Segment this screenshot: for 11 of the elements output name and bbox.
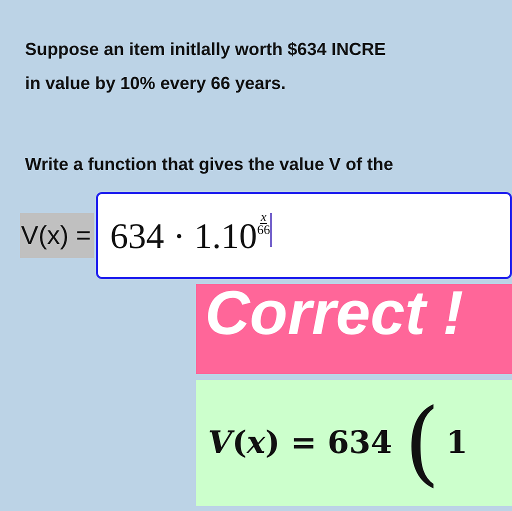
function-label: V(x) = — [20, 213, 94, 258]
problem-text: in value by 10% every 66 years. — [25, 72, 287, 95]
solution-term: 1 — [446, 425, 468, 461]
instruction-text: Write a function that gives the value V of the — [25, 153, 394, 176]
solution-formula: V(x) = 634 — [208, 425, 392, 461]
feedback-banner: Correct ! — [196, 284, 512, 374]
math-expression: 634 · 1.10 — [110, 214, 258, 256]
problem-text: Suppose an item initlally worth $634 INCRE — [25, 38, 387, 61]
parenthesis: ( — [404, 393, 440, 493]
text-cursor — [270, 212, 272, 246]
exponent-fraction: x 66 — [257, 211, 270, 236]
